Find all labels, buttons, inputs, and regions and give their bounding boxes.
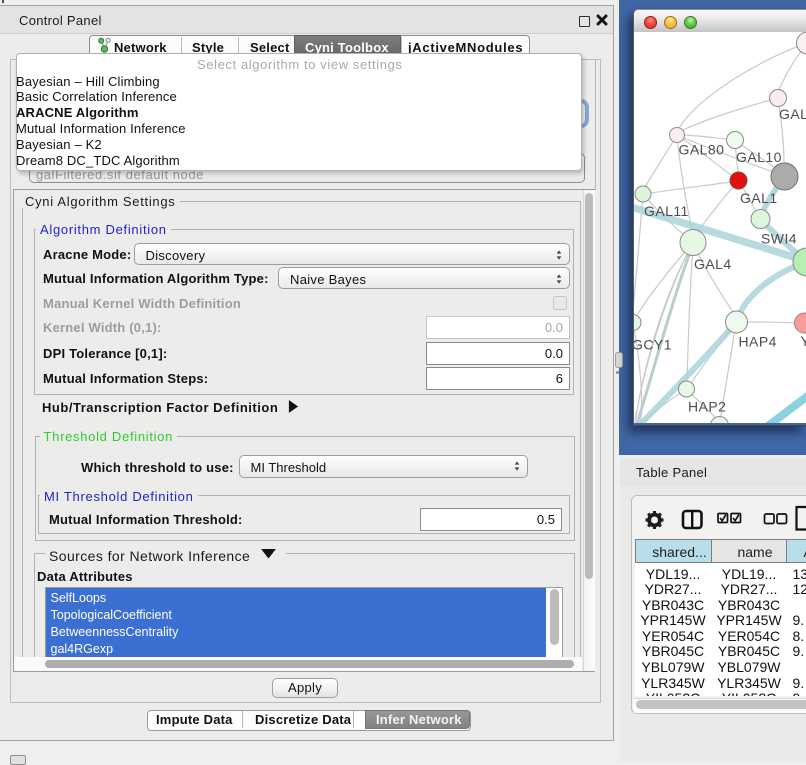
svg-text:HAP4: HAP4 bbox=[739, 334, 777, 350]
svg-text:GCY1: GCY1 bbox=[634, 337, 672, 353]
svg-text:HAP2: HAP2 bbox=[688, 399, 726, 415]
svg-text:GAL1: GAL1 bbox=[740, 190, 778, 206]
svg-text:GAL4: GAL4 bbox=[694, 256, 732, 272]
svg-text:GAL2: GAL2 bbox=[779, 106, 806, 122]
svg-text:GAL11: GAL11 bbox=[644, 203, 689, 219]
svg-text:GAL10: GAL10 bbox=[736, 149, 782, 165]
svg-text:GAL80: GAL80 bbox=[679, 142, 725, 158]
svg-text:Y: Y bbox=[801, 333, 806, 349]
svg-text:SWI4: SWI4 bbox=[761, 231, 797, 247]
